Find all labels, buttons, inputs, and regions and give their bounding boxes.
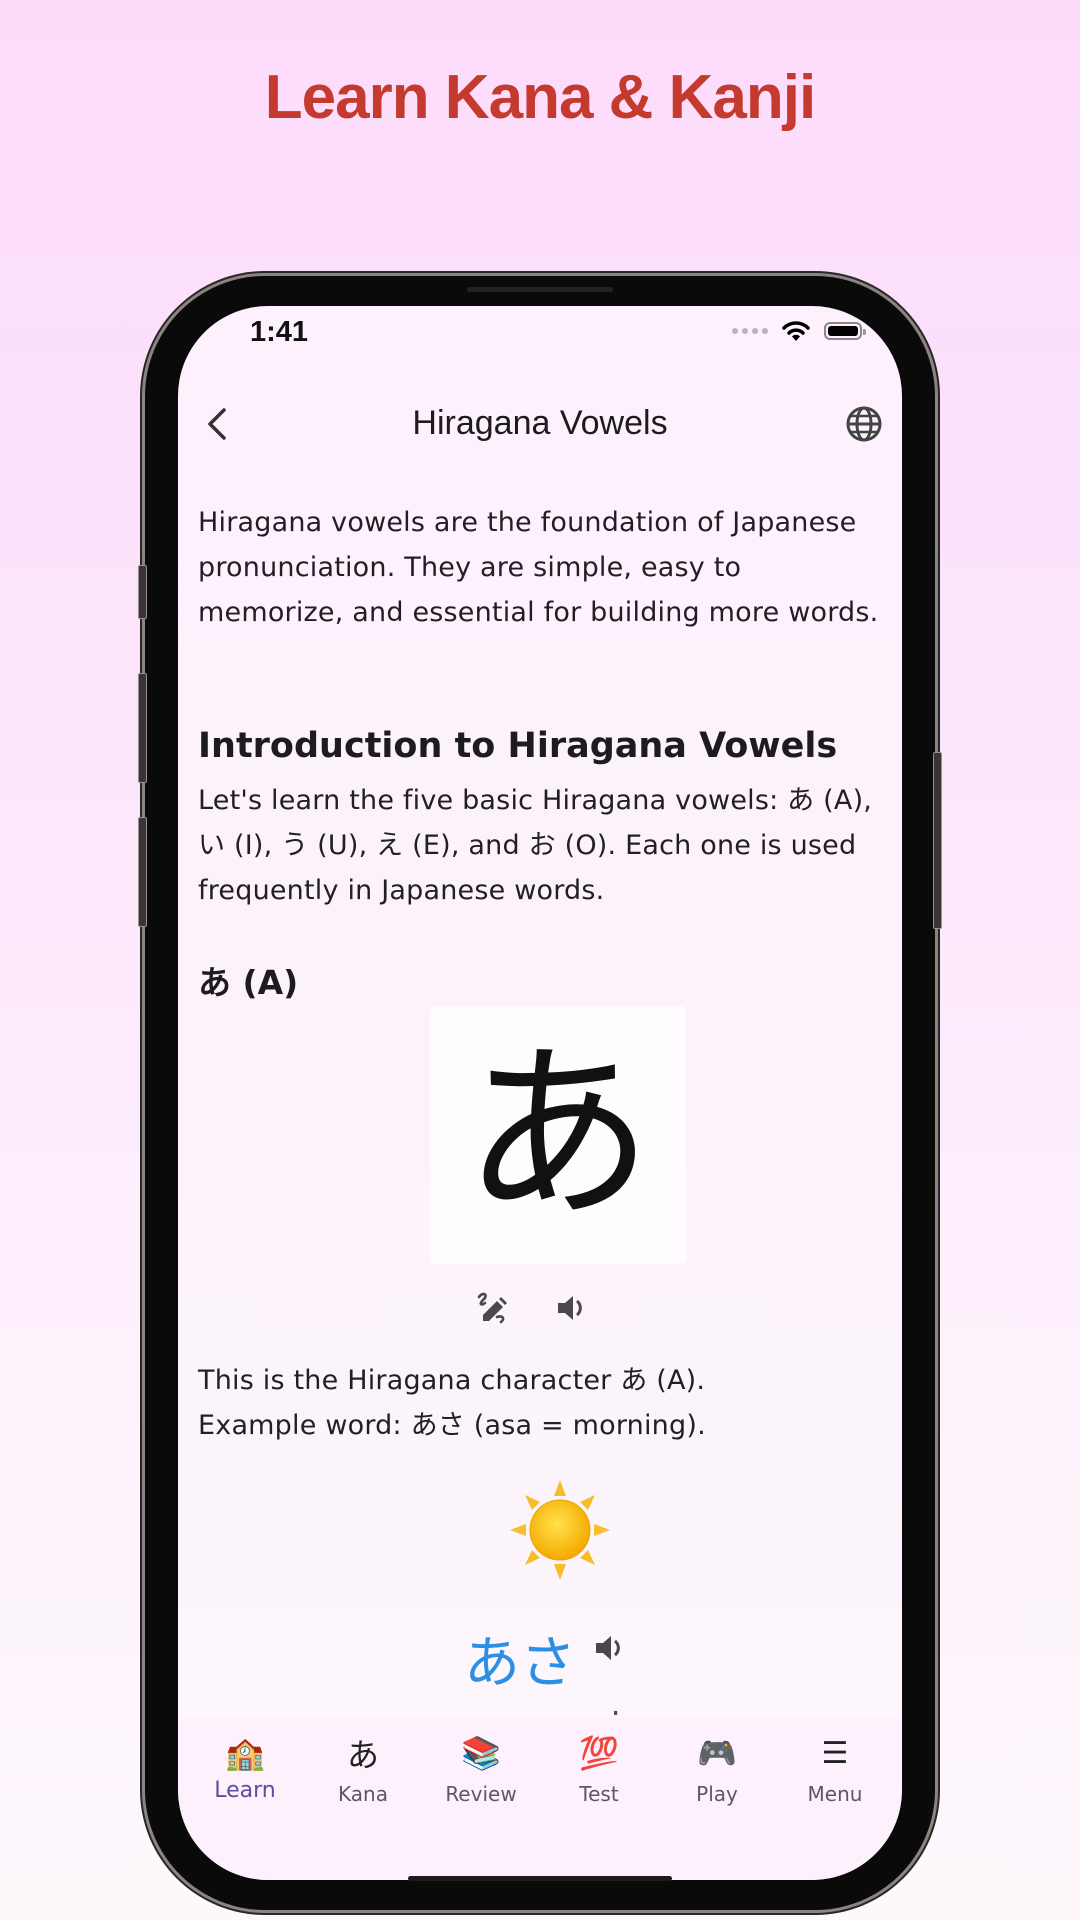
intro-paragraph: Hiragana vowels are the foundation of Ja… xyxy=(198,507,879,628)
character-glyph: あ xyxy=(462,1024,653,1245)
school-icon: 🏫 xyxy=(225,1735,265,1771)
globe-icon xyxy=(846,406,882,442)
language-button[interactable] xyxy=(844,404,884,444)
wifi-icon xyxy=(782,321,810,341)
hiragana-a-icon: あ xyxy=(346,1736,379,1774)
volume-down-button xyxy=(138,817,147,927)
tab-label: Kana xyxy=(338,1782,388,1806)
tab-test[interactable]: 💯 Test xyxy=(540,1718,658,1880)
volume-up-button xyxy=(138,673,147,783)
cellular-signal-icon xyxy=(732,328,768,334)
character-description-line2: Example word: あさ (asa = morning). xyxy=(198,1410,706,1441)
hamburger-menu-icon: ☰ xyxy=(821,1735,849,1771)
battery-icon xyxy=(824,322,866,340)
section-paragraph: Let's learn the five basic Hiragana vowe… xyxy=(198,785,873,906)
navigation-bar: Hiragana Vowels xyxy=(178,394,902,454)
character-description-line1: This is the Hiragana character あ (A). xyxy=(198,1365,706,1396)
app-screen: 1:41 Hiragana Vowels Hiragana vowels are… xyxy=(178,306,902,1880)
play-audio-button[interactable] xyxy=(550,1286,594,1330)
home-indicator[interactable] xyxy=(408,1876,672,1881)
tab-kana[interactable]: あ Kana xyxy=(304,1718,422,1880)
tab-label: Menu xyxy=(807,1782,863,1806)
status-icons xyxy=(732,320,866,342)
tab-label: Play xyxy=(696,1782,738,1806)
example-word: あさ xyxy=(464,1631,576,1696)
tab-label: Review xyxy=(445,1782,517,1806)
section-heading: Introduction to Hiragana Vowels xyxy=(198,726,838,766)
speaker-icon xyxy=(596,1636,620,1660)
speaker-grille xyxy=(467,287,613,292)
character-heading: あ (A) xyxy=(198,963,299,1002)
draw-pencil-icon xyxy=(477,1292,507,1324)
power-button xyxy=(933,752,942,929)
status-time: 1:41 xyxy=(250,316,309,348)
stroke-practice-button[interactable] xyxy=(470,1286,514,1330)
page-title: Hiragana Vowels xyxy=(412,404,668,442)
tab-bar: 🏫 Learn あ Kana 📚 Review 💯 Test 🎮 Play ☰ … xyxy=(178,1718,902,1880)
game-controller-icon: 🎮 xyxy=(697,1735,737,1771)
tab-play[interactable]: 🎮 Play xyxy=(658,1718,776,1880)
tab-label: Learn xyxy=(214,1778,276,1803)
tab-learn[interactable]: 🏫 Learn xyxy=(186,1718,304,1880)
example-audio-button[interactable] xyxy=(593,1631,627,1670)
tab-review[interactable]: 📚 Review xyxy=(422,1718,540,1880)
tab-menu[interactable]: ☰ Menu xyxy=(776,1718,894,1880)
books-icon: 📚 xyxy=(461,1735,501,1771)
sun-emoji xyxy=(510,1480,610,1580)
tab-label: Test xyxy=(579,1782,619,1806)
promo-title: Learn Kana & Kanji xyxy=(264,63,816,132)
hundred-points-icon: 💯 xyxy=(579,1735,619,1771)
mute-switch xyxy=(138,565,147,619)
stroke-order-card[interactable]: あ xyxy=(430,1006,686,1264)
speaker-icon xyxy=(558,1296,582,1320)
